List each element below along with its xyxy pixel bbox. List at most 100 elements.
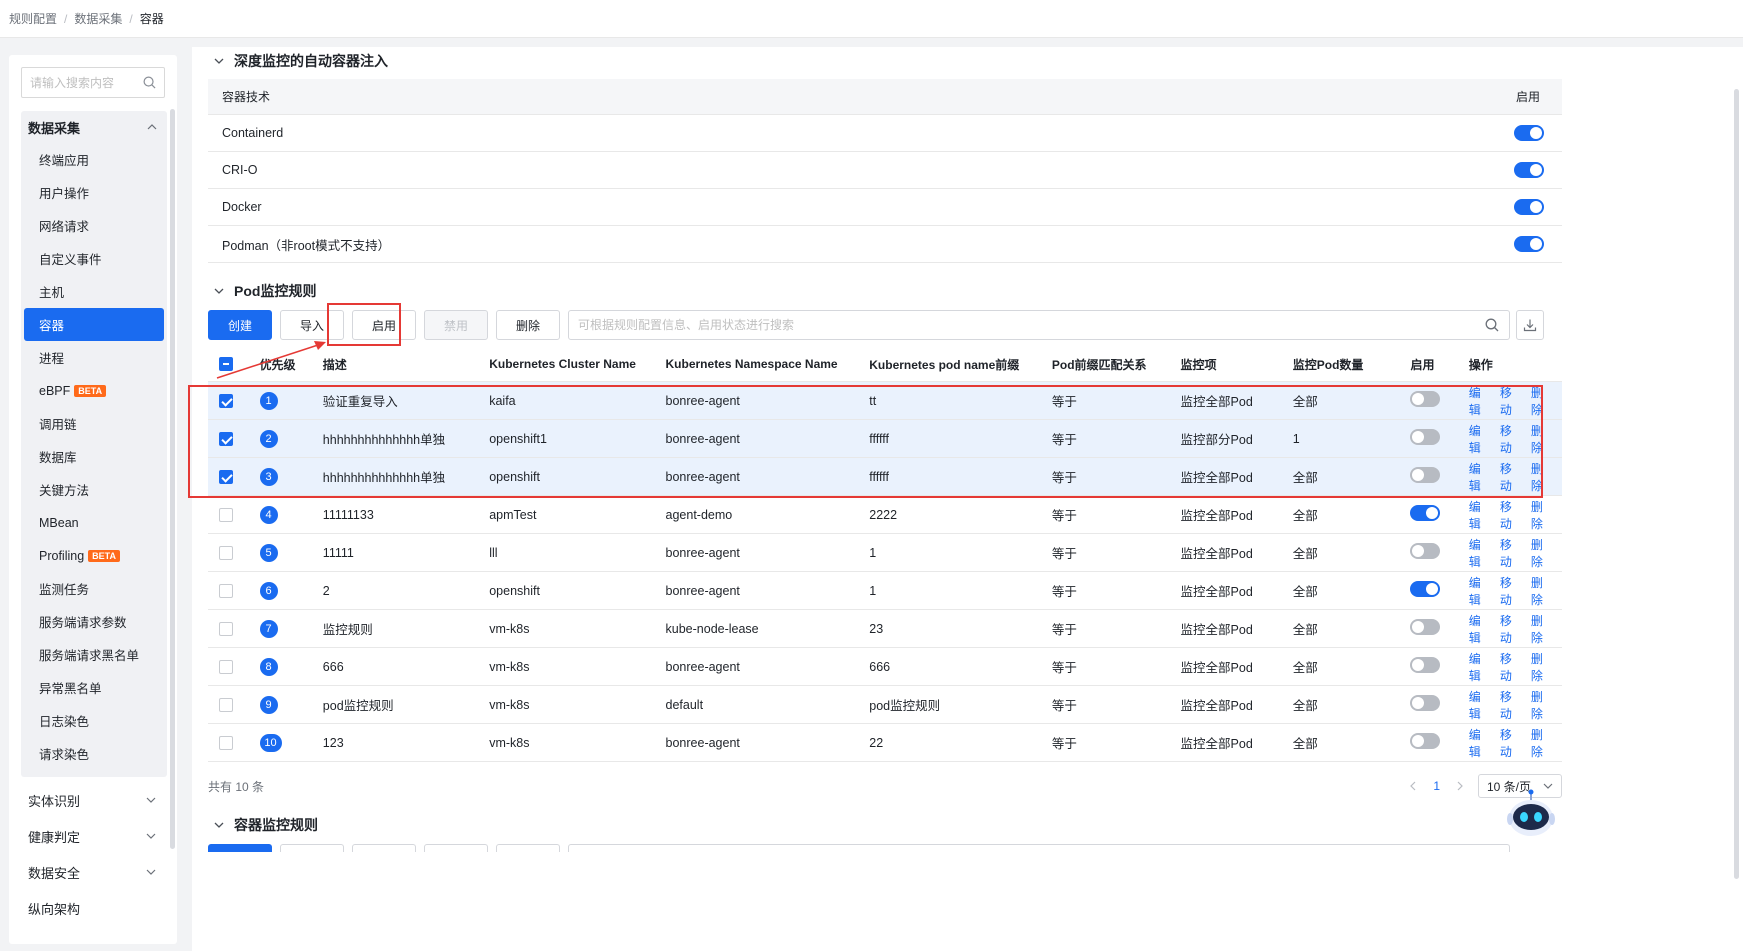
- search-icon[interactable]: [143, 76, 156, 89]
- row-checkbox[interactable]: [219, 469, 233, 484]
- sidebar-search-input[interactable]: [30, 75, 138, 90]
- sidebar-search[interactable]: [21, 67, 165, 98]
- search-icon[interactable]: [1485, 318, 1499, 332]
- delete-button[interactable]: 删除: [496, 310, 560, 340]
- disable-button-partial[interactable]: [424, 844, 488, 852]
- row-checkbox[interactable]: [219, 545, 233, 560]
- sidebar-item-log-coloring[interactable]: 日志染色: [24, 704, 164, 737]
- row-checkbox[interactable]: [219, 659, 233, 674]
- move-link[interactable]: 移动: [1500, 612, 1521, 646]
- sidebar-group-data-security[interactable]: 数据安全: [28, 852, 156, 892]
- enable-toggle[interactable]: [1410, 429, 1441, 445]
- delete-button-partial[interactable]: [496, 844, 560, 852]
- row-checkbox[interactable]: [219, 735, 233, 750]
- edit-link[interactable]: 编辑: [1469, 574, 1490, 608]
- section-pod-rules-header[interactable]: Pod监控规则: [214, 281, 316, 301]
- search-partial[interactable]: [568, 844, 1510, 852]
- sidebar-item-network-request[interactable]: 网络请求: [24, 209, 164, 242]
- sidebar-item-database[interactable]: 数据库: [24, 440, 164, 473]
- sidebar-item-host[interactable]: 主机: [24, 275, 164, 308]
- delete-link[interactable]: 删除: [1531, 612, 1552, 646]
- column-header-priority[interactable]: 优先级: [246, 356, 310, 373]
- select-all-checkbox[interactable]: [219, 357, 233, 371]
- row-checkbox[interactable]: [219, 431, 233, 446]
- section-container-injection-header[interactable]: 深度监控的自动容器注入: [214, 51, 388, 71]
- enable-toggle[interactable]: [1514, 162, 1544, 178]
- rules-search[interactable]: [568, 310, 1510, 340]
- enable-toggle[interactable]: [1410, 505, 1441, 521]
- edit-link[interactable]: 编辑: [1469, 536, 1490, 570]
- move-link[interactable]: 移动: [1500, 726, 1521, 760]
- edit-link[interactable]: 编辑: [1469, 384, 1490, 418]
- sidebar-item-request-coloring[interactable]: 请求染色: [24, 737, 164, 770]
- delete-link[interactable]: 删除: [1531, 650, 1552, 684]
- sidebar-item-terminal-app[interactable]: 终端应用: [24, 143, 164, 176]
- enable-toggle[interactable]: [1410, 467, 1441, 483]
- edit-link[interactable]: 编辑: [1469, 460, 1490, 494]
- sidebar-group-entity-recognition[interactable]: 实体识别: [28, 780, 156, 820]
- delete-link[interactable]: 删除: [1531, 688, 1552, 722]
- enable-toggle[interactable]: [1410, 733, 1441, 749]
- edit-link[interactable]: 编辑: [1469, 650, 1490, 684]
- enable-toggle[interactable]: [1410, 695, 1441, 711]
- rules-search-input[interactable]: [578, 318, 1478, 332]
- create-button[interactable]: 创建: [208, 310, 272, 340]
- sidebar-item-vertical-architecture[interactable]: 纵向架构: [28, 888, 156, 928]
- enable-button-partial[interactable]: [352, 844, 416, 852]
- row-checkbox[interactable]: [219, 507, 233, 522]
- sidebar-item-monitor-task[interactable]: 监测任务: [24, 572, 164, 605]
- sidebar-item-server-request-blacklist[interactable]: 服务端请求黑名单: [24, 638, 164, 671]
- move-link[interactable]: 移动: [1500, 688, 1521, 722]
- import-button[interactable]: 导入: [280, 310, 344, 340]
- delete-link[interactable]: 删除: [1531, 536, 1552, 570]
- enable-toggle[interactable]: [1410, 581, 1441, 597]
- sidebar-item-call-chain[interactable]: 调用链: [24, 407, 164, 440]
- row-checkbox[interactable]: [219, 393, 233, 408]
- enable-toggle[interactable]: [1410, 391, 1441, 407]
- delete-link[interactable]: 删除: [1531, 498, 1552, 532]
- enable-toggle[interactable]: [1410, 543, 1441, 559]
- move-link[interactable]: 移动: [1500, 460, 1521, 494]
- row-checkbox[interactable]: [219, 583, 233, 598]
- sidebar-group-header[interactable]: 数据采集: [21, 111, 167, 143]
- edit-link[interactable]: 编辑: [1469, 726, 1490, 760]
- row-checkbox[interactable]: [219, 697, 233, 712]
- section-container-rules-header[interactable]: 容器监控规则: [214, 815, 318, 835]
- enable-toggle[interactable]: [1514, 199, 1544, 215]
- edit-link[interactable]: 编辑: [1469, 498, 1490, 532]
- move-link[interactable]: 移动: [1500, 536, 1521, 570]
- enable-button[interactable]: 启用: [352, 310, 416, 340]
- page-number[interactable]: 1: [1433, 779, 1440, 793]
- export-button[interactable]: [1516, 310, 1544, 340]
- move-link[interactable]: 移动: [1500, 384, 1521, 418]
- enable-toggle[interactable]: [1514, 125, 1544, 141]
- main-scrollbar[interactable]: [1734, 89, 1739, 879]
- enable-toggle[interactable]: [1410, 619, 1441, 635]
- move-link[interactable]: 移动: [1500, 574, 1521, 608]
- sidebar-item-ebpf[interactable]: eBPF BETA: [24, 374, 164, 407]
- sidebar-item-custom-event[interactable]: 自定义事件: [24, 242, 164, 275]
- sidebar-item-profiling[interactable]: Profiling BETA: [24, 539, 164, 572]
- sidebar-item-mbean[interactable]: MBean: [24, 506, 164, 539]
- enable-toggle[interactable]: [1514, 236, 1544, 252]
- delete-link[interactable]: 删除: [1531, 460, 1552, 494]
- enable-toggle[interactable]: [1410, 657, 1441, 673]
- breadcrumb-item-data-collection[interactable]: 数据采集: [74, 10, 122, 27]
- sidebar-item-user-action[interactable]: 用户操作: [24, 176, 164, 209]
- row-checkbox[interactable]: [219, 621, 233, 636]
- delete-link[interactable]: 删除: [1531, 422, 1552, 456]
- breadcrumb-item-rules-config[interactable]: 规则配置: [9, 10, 57, 27]
- edit-link[interactable]: 编辑: [1469, 422, 1490, 456]
- sidebar-item-exception-blacklist[interactable]: 异常黑名单: [24, 671, 164, 704]
- edit-link[interactable]: 编辑: [1469, 612, 1490, 646]
- delete-link[interactable]: 删除: [1531, 726, 1552, 760]
- chevron-right-icon[interactable]: [1456, 781, 1464, 791]
- sidebar-item-process[interactable]: 进程: [24, 341, 164, 374]
- sidebar-group-health-judgment[interactable]: 健康判定: [28, 816, 156, 856]
- import-button-partial[interactable]: [280, 844, 344, 852]
- edit-link[interactable]: 编辑: [1469, 688, 1490, 722]
- delete-link[interactable]: 删除: [1531, 574, 1552, 608]
- move-link[interactable]: 移动: [1500, 422, 1521, 456]
- chevron-left-icon[interactable]: [1409, 781, 1417, 791]
- move-link[interactable]: 移动: [1500, 498, 1521, 532]
